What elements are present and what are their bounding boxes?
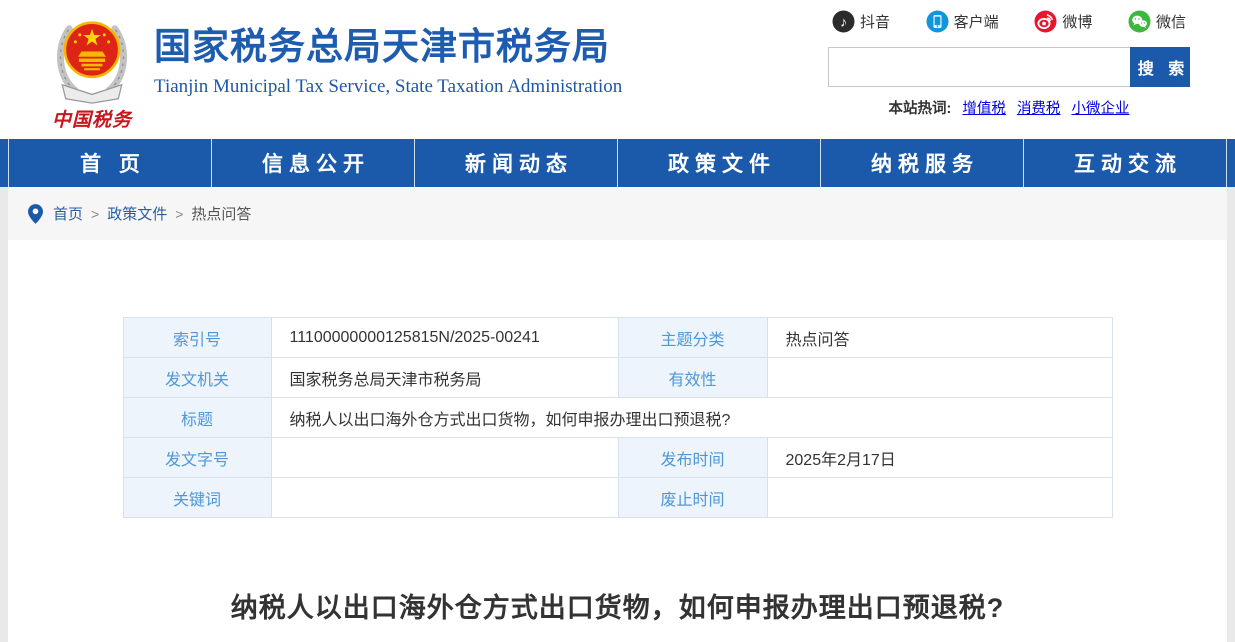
social-link-client[interactable]: 客户端 <box>926 10 999 33</box>
weibo-icon[interactable] <box>1034 10 1057 33</box>
site-subtitle: Tianjin Municipal Tax Service, State Tax… <box>154 76 622 98</box>
nav-item-policy-documents[interactable]: 政策文件 <box>617 139 820 187</box>
search-button[interactable]: 搜 索 <box>1130 47 1190 87</box>
document-metadata-table: 索引号 11100000000125815N/2025-00241 主题分类 热… <box>123 317 1113 518</box>
breadcrumb-current: 热点问答 <box>191 203 251 224</box>
field-label-keywords: 关键词 <box>123 478 271 518</box>
breadcrumb-home[interactable]: 首页 <box>53 203 83 224</box>
field-value-issuing-authority: 国家税务总局天津市税务局 <box>271 358 618 398</box>
breadcrumb-separator: > <box>91 206 99 222</box>
social-link-douyin[interactable]: ♪ 抖音 <box>832 10 890 33</box>
hot-words-label: 本站热词: <box>889 101 952 117</box>
wechat-icon[interactable] <box>1128 10 1151 33</box>
site-logo[interactable]: 中国税务 国家税务总局天津市税务局 Tianjin Municipal Tax … <box>46 6 622 132</box>
breadcrumb: 首页 > 政策文件 > 热点问答 <box>8 187 1227 240</box>
article-title: 纳税人以出口海外仓方式出口货物，如何申报办理出口预退税? <box>8 586 1227 625</box>
social-link-wechat[interactable]: 微信 <box>1128 10 1186 33</box>
field-value-keywords <box>271 478 618 518</box>
social-link-weibo[interactable]: 微博 <box>1034 10 1092 33</box>
table-row: 关键词 废止时间 <box>123 478 1112 518</box>
site-header: 中国税务 国家税务总局天津市税务局 Tianjin Municipal Tax … <box>0 0 1235 139</box>
field-value-document-number <box>271 438 618 478</box>
mobile-client-icon[interactable] <box>926 10 949 33</box>
document-info-panel: 索引号 11100000000125815N/2025-00241 主题分类 热… <box>8 240 1227 642</box>
field-label-index-number: 索引号 <box>123 318 271 358</box>
field-value-index-number: 11100000000125815N/2025-00241 <box>271 318 618 358</box>
nav-item-interaction[interactable]: 互动交流 <box>1023 139 1227 187</box>
table-row: 标题 纳税人以出口海外仓方式出口货物，如何申报办理出口预退税? <box>123 398 1112 438</box>
table-row: 发文机关 国家税务总局天津市税务局 有效性 <box>123 358 1112 398</box>
nav-item-info-disclosure[interactable]: 信息公开 <box>211 139 414 187</box>
hot-word-link-consumption-tax[interactable]: 消费税 <box>1017 101 1061 117</box>
breadcrumb-policy-documents[interactable]: 政策文件 <box>107 203 167 224</box>
social-label: 抖音 <box>860 11 890 32</box>
hot-words: 本站热词: 增值税 消费税 小微企业 <box>828 97 1190 118</box>
field-value-title: 纳税人以出口海外仓方式出口货物，如何申报办理出口预退税? <box>271 398 1112 438</box>
field-value-repeal-date <box>767 478 1112 518</box>
social-links: ♪ 抖音 客户端 <box>828 8 1190 34</box>
main-navigation: 首 页 信息公开 新闻动态 政策文件 纳税服务 互动交流 <box>0 139 1235 187</box>
nav-item-tax-services[interactable]: 纳税服务 <box>820 139 1023 187</box>
site-title: 国家税务总局天津市税务局 <box>154 26 622 69</box>
field-value-validity <box>767 358 1112 398</box>
social-label: 微信 <box>1156 11 1186 32</box>
search-input[interactable] <box>828 47 1130 87</box>
tax-emblem-icon <box>48 6 136 104</box>
field-label-document-number: 发文字号 <box>123 438 271 478</box>
nav-item-home[interactable]: 首 页 <box>8 139 211 187</box>
table-row: 索引号 11100000000125815N/2025-00241 主题分类 热… <box>123 318 1112 358</box>
svg-text:♪: ♪ <box>840 13 847 29</box>
field-label-repeal-date: 废止时间 <box>618 478 767 518</box>
tax-emblem: 中国税务 <box>46 6 138 132</box>
field-label-publish-date: 发布时间 <box>618 438 767 478</box>
emblem-caption: 中国税务 <box>46 105 138 132</box>
table-row: 发文字号 发布时间 2025年2月17日 <box>123 438 1112 478</box>
nav-item-news[interactable]: 新闻动态 <box>414 139 617 187</box>
field-label-issuing-authority: 发文机关 <box>123 358 271 398</box>
field-label-validity: 有效性 <box>618 358 767 398</box>
location-pin-icon <box>28 204 43 224</box>
field-value-publish-date: 2025年2月17日 <box>767 438 1112 478</box>
field-label-title: 标题 <box>123 398 271 438</box>
breadcrumb-separator: > <box>175 206 183 222</box>
douyin-icon[interactable]: ♪ <box>832 10 855 33</box>
social-label: 微博 <box>1062 11 1092 32</box>
field-value-subject-category: 热点问答 <box>767 318 1112 358</box>
social-label: 客户端 <box>954 11 999 32</box>
hot-word-link-vat[interactable]: 增值税 <box>962 101 1006 117</box>
hot-word-link-small-business[interactable]: 小微企业 <box>1071 101 1129 117</box>
field-label-subject-category: 主题分类 <box>618 318 767 358</box>
